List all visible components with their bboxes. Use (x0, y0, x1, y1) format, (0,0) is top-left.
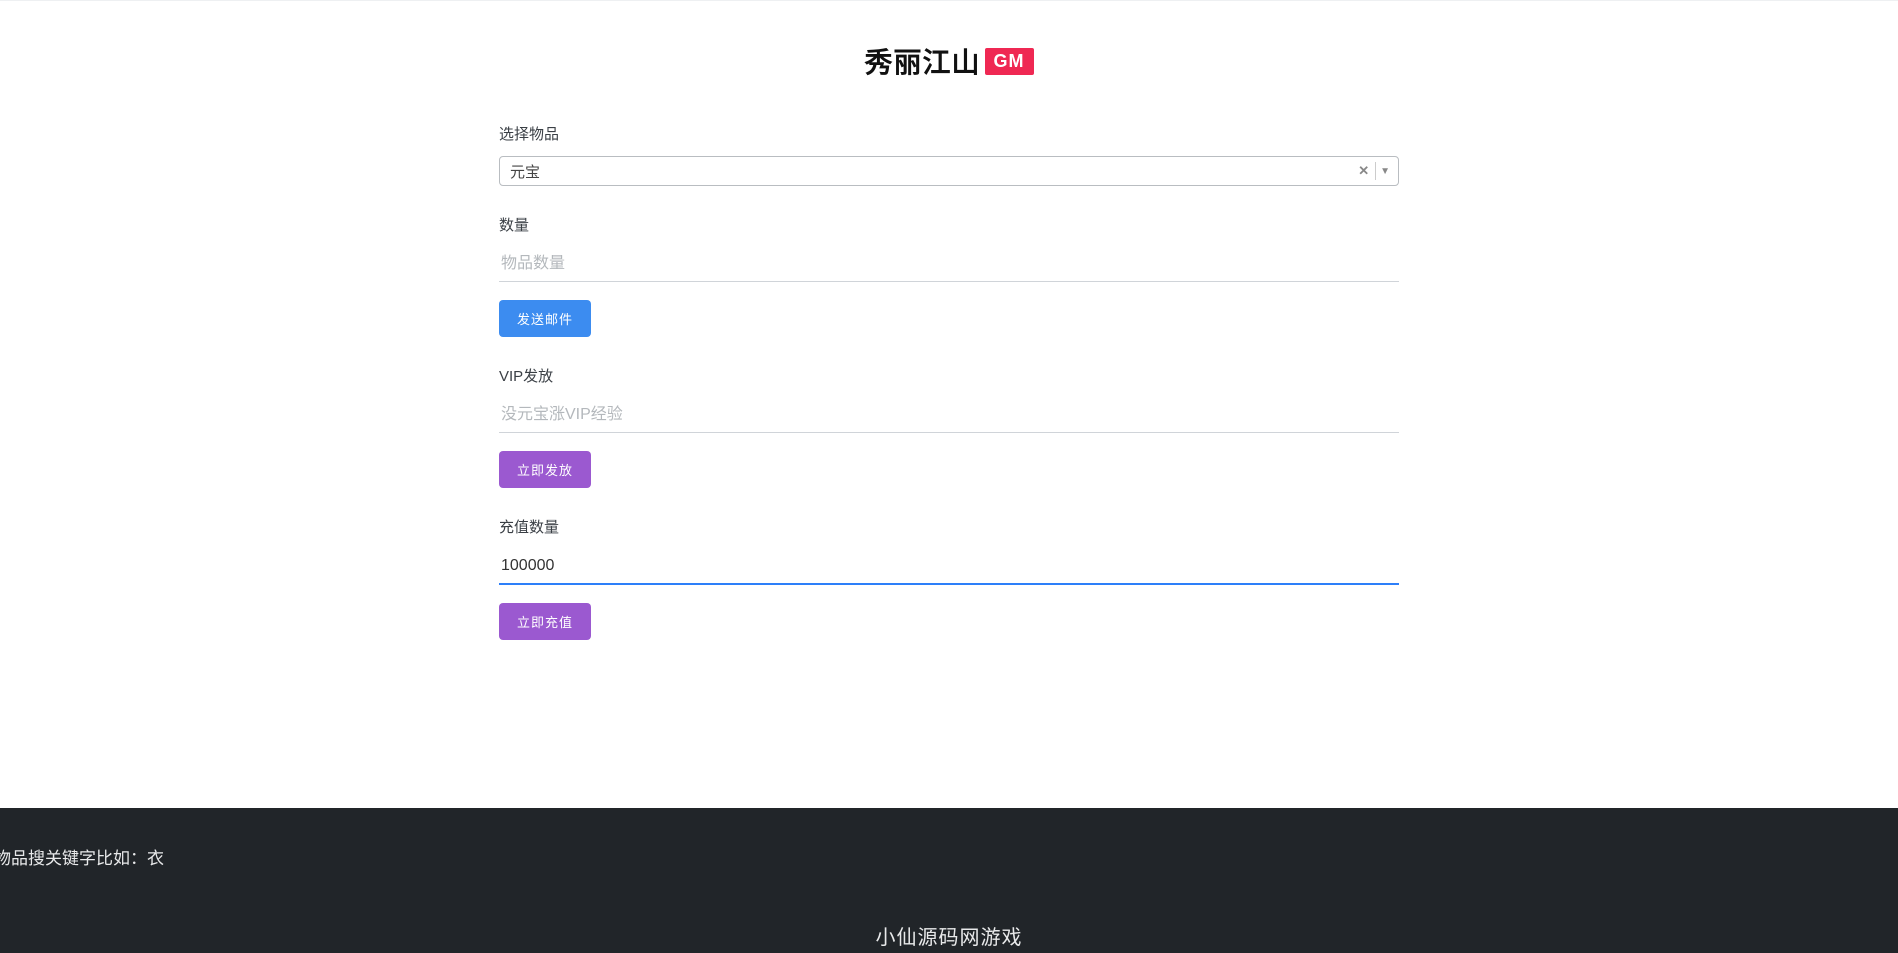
recharge-group: 充值数量 立即充值 (499, 516, 1399, 640)
item-select[interactable]: 元宝 ✕ ▼ (499, 156, 1399, 186)
footer-hint: 物品搜关键字比如：衣 (0, 832, 1898, 869)
recharge-input[interactable] (499, 549, 1399, 585)
recharge-button[interactable]: 立即充值 (499, 603, 591, 640)
footer: 物品搜关键字比如：衣 小仙源码网游戏 (0, 808, 1898, 953)
page-title: 秀丽江山 GM (499, 41, 1399, 81)
quantity-group: 数量 发送邮件 (499, 214, 1399, 337)
quantity-label: 数量 (499, 214, 1399, 235)
chevron-down-icon[interactable]: ▼ (1375, 162, 1392, 180)
footer-title: 小仙源码网游戏 (0, 921, 1898, 950)
vip-group: VIP发放 立即发放 (499, 365, 1399, 488)
item-select-group: 选择物品 元宝 ✕ ▼ (499, 123, 1399, 186)
gm-badge: GM (985, 48, 1034, 75)
send-mail-button[interactable]: 发送邮件 (499, 300, 591, 337)
quantity-input[interactable] (499, 247, 1399, 282)
title-text: 秀丽江山 (864, 41, 980, 81)
vip-grant-button[interactable]: 立即发放 (499, 451, 591, 488)
vip-input[interactable] (499, 398, 1399, 433)
vip-label: VIP发放 (499, 365, 1399, 386)
clear-icon[interactable]: ✕ (1355, 162, 1372, 180)
recharge-label: 充值数量 (499, 516, 1399, 537)
item-select-value: 元宝 (510, 161, 540, 182)
item-select-label: 选择物品 (499, 123, 1399, 144)
